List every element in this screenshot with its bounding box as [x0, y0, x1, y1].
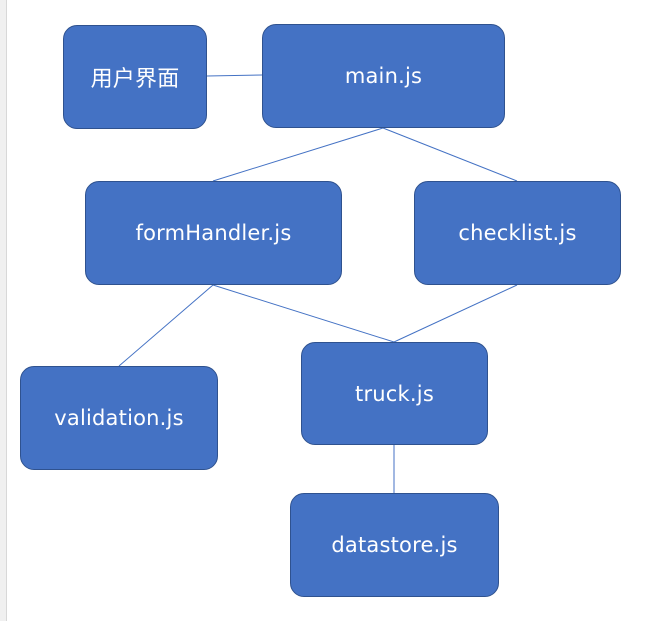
edge-formhandler-validation — [118, 284, 214, 367]
node-label: datastore.js — [331, 533, 458, 557]
node-validation-js[interactable]: validation.js — [20, 366, 218, 470]
node-formhandler-js[interactable]: formHandler.js — [85, 181, 342, 285]
edge-ui-main — [206, 74, 263, 77]
edge-checklist-truck — [393, 284, 518, 343]
node-label: main.js — [344, 64, 423, 88]
node-truck-js[interactable]: truck.js — [301, 342, 488, 445]
node-datastore-js[interactable]: datastore.js — [290, 493, 499, 597]
node-label: checklist.js — [458, 221, 577, 245]
node-label: validation.js — [54, 406, 184, 430]
edge-main-formhandler — [212, 127, 384, 182]
diagram-canvas: 用户界面 main.js formHandler.js checklist.js… — [0, 0, 664, 621]
node-label: formHandler.js — [135, 221, 292, 245]
node-user-interface[interactable]: 用户界面 — [63, 25, 207, 129]
node-checklist-js[interactable]: checklist.js — [414, 181, 621, 285]
node-main-js[interactable]: main.js — [262, 24, 505, 128]
node-label: 用户界面 — [90, 67, 180, 92]
edge-formhandler-truck — [212, 284, 395, 343]
edge-main-checklist — [382, 127, 518, 182]
node-label: truck.js — [355, 381, 434, 406]
